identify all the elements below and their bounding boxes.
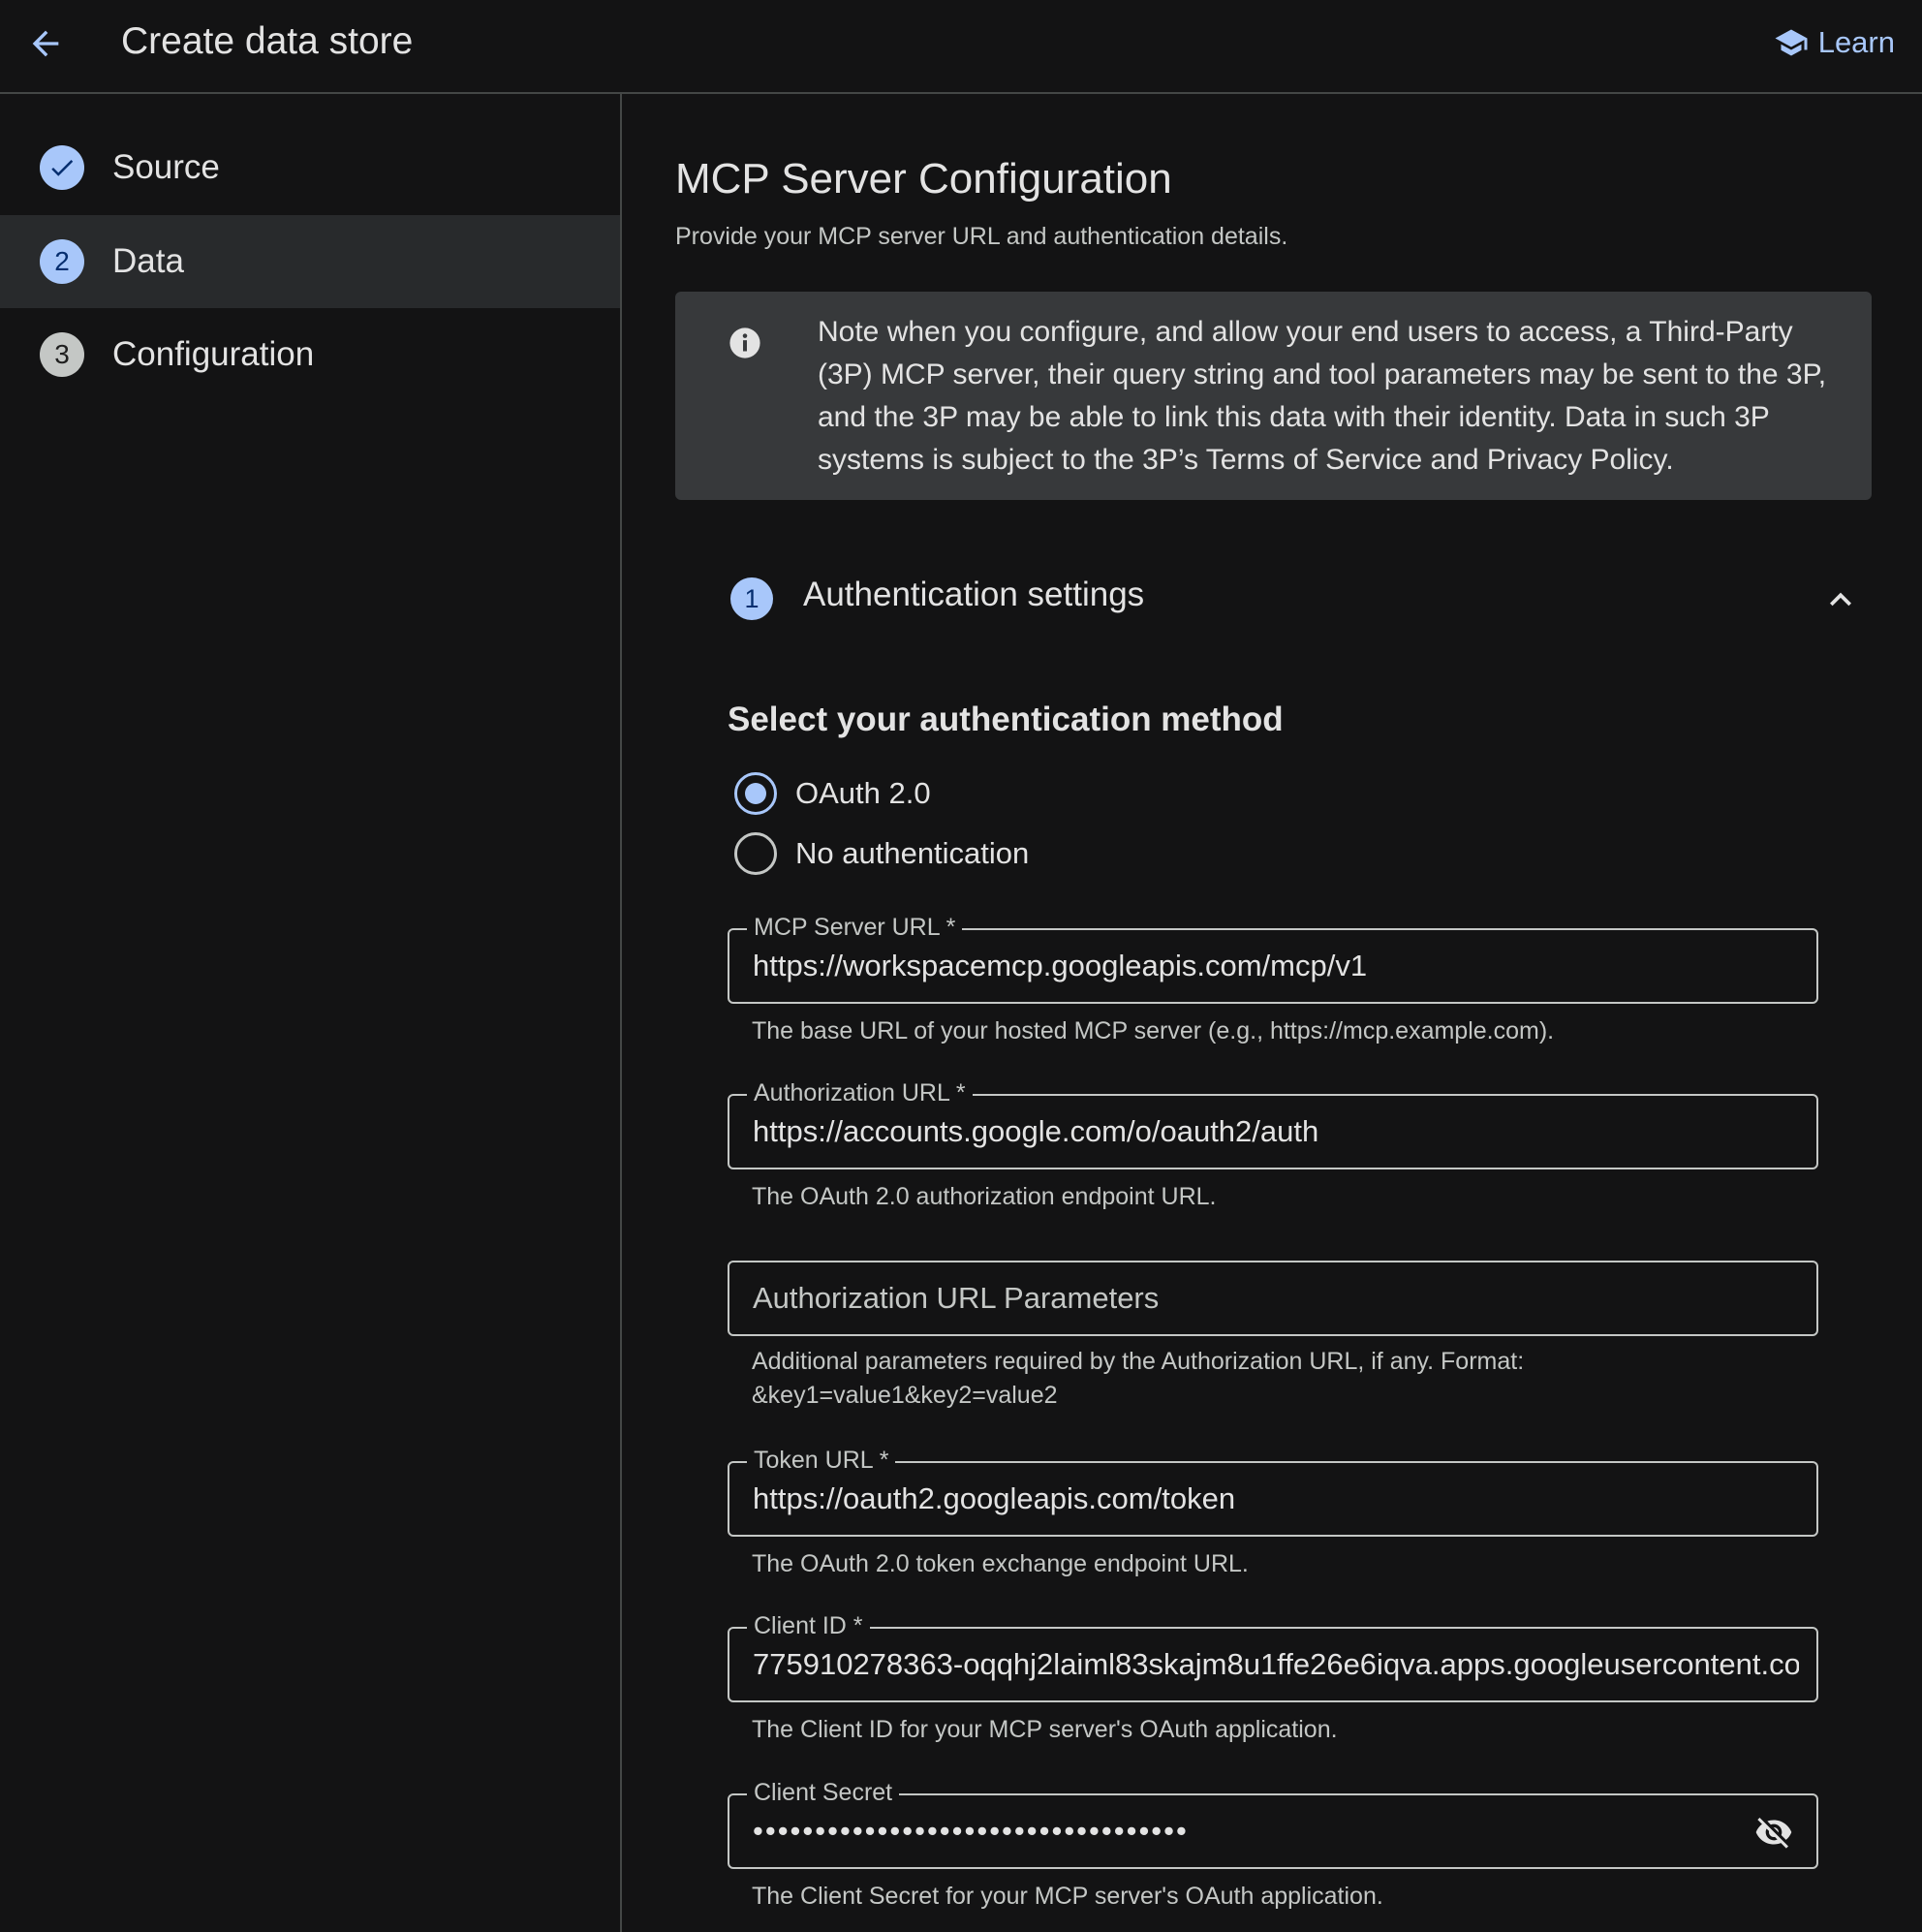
token-url-input[interactable] xyxy=(753,1463,1799,1535)
page-subtitle: Provide your MCP server URL and authenti… xyxy=(675,223,1288,250)
arrow-back-icon xyxy=(32,30,59,57)
step-source[interactable]: Source xyxy=(0,121,620,214)
info-icon xyxy=(729,327,760,358)
step-number: 2 xyxy=(40,239,84,284)
token-url-field: Token URL * xyxy=(728,1445,1818,1537)
auth-method-heading: Select your authentication method xyxy=(728,701,1284,738)
client-secret-input[interactable] xyxy=(753,1795,1721,1867)
info-notice: Note when you configure, and allow your … xyxy=(675,292,1872,500)
radio-no-authentication[interactable]: No authentication xyxy=(734,829,1029,878)
client-id-field: Client ID * xyxy=(728,1610,1818,1702)
step-number: 3 xyxy=(40,332,84,377)
page-title: Create data store xyxy=(121,20,414,62)
field-helper-text: The Client Secret for your MCP server's … xyxy=(752,1883,1383,1910)
radio-button-checked[interactable] xyxy=(734,772,777,815)
main-content: MCP Server Configuration Provide your MC… xyxy=(622,94,1922,1932)
field-helper-text: The base URL of your hosted MCP server (… xyxy=(752,1017,1555,1044)
stepper-sidebar: Source 2 Data 3 Configuration xyxy=(0,94,622,1932)
visibility-off-icon[interactable] xyxy=(1754,1813,1793,1852)
step-label: Data xyxy=(112,242,184,280)
radio-label: OAuth 2.0 xyxy=(795,776,931,810)
radio-button-unchecked[interactable] xyxy=(734,832,777,875)
authorization-url-field: Authorization URL * xyxy=(728,1077,1818,1169)
field-helper-text: The OAuth 2.0 token exchange endpoint UR… xyxy=(752,1550,1249,1577)
school-icon xyxy=(1775,29,1808,56)
step-configuration[interactable]: 3 Configuration xyxy=(0,308,620,401)
step-label: Configuration xyxy=(112,335,315,373)
section-title: Authentication settings xyxy=(803,576,1145,613)
radio-oauth2[interactable]: OAuth 2.0 xyxy=(734,769,931,818)
top-app-bar: Create data store Learn xyxy=(0,0,1922,94)
learn-label: Learn xyxy=(1817,25,1895,59)
authentication-settings-header[interactable]: 1 Authentication settings xyxy=(675,549,1872,646)
field-helper-text: Additional parameters required by the Au… xyxy=(752,1348,1525,1409)
step-label: Source xyxy=(112,148,220,186)
authorization-url-input[interactable] xyxy=(753,1096,1799,1168)
learn-button[interactable]: Learn xyxy=(1774,21,1895,64)
check-circle-icon xyxy=(40,145,84,190)
back-button[interactable] xyxy=(21,19,70,68)
step-data[interactable]: 2 Data xyxy=(0,215,620,308)
mcp-server-url-input[interactable] xyxy=(753,930,1799,1002)
section-number-badge: 1 xyxy=(730,577,773,620)
radio-label: No authentication xyxy=(795,836,1030,870)
authorization-url-parameters-input[interactable] xyxy=(753,1262,1799,1334)
authorization-url-parameters-field xyxy=(728,1261,1818,1336)
mcp-server-url-field: MCP Server URL * xyxy=(728,912,1818,1004)
notice-text: Note when you configure, and allow your … xyxy=(818,316,1827,476)
client-secret-field: Client Secret xyxy=(728,1777,1818,1869)
section-page-title: MCP Server Configuration xyxy=(675,155,1172,203)
field-helper-text: The Client ID for your MCP server's OAut… xyxy=(752,1716,1338,1743)
client-id-input[interactable] xyxy=(753,1629,1799,1700)
chevron-up-icon[interactable] xyxy=(1819,578,1862,621)
field-helper-text: The OAuth 2.0 authorization endpoint URL… xyxy=(752,1183,1217,1210)
